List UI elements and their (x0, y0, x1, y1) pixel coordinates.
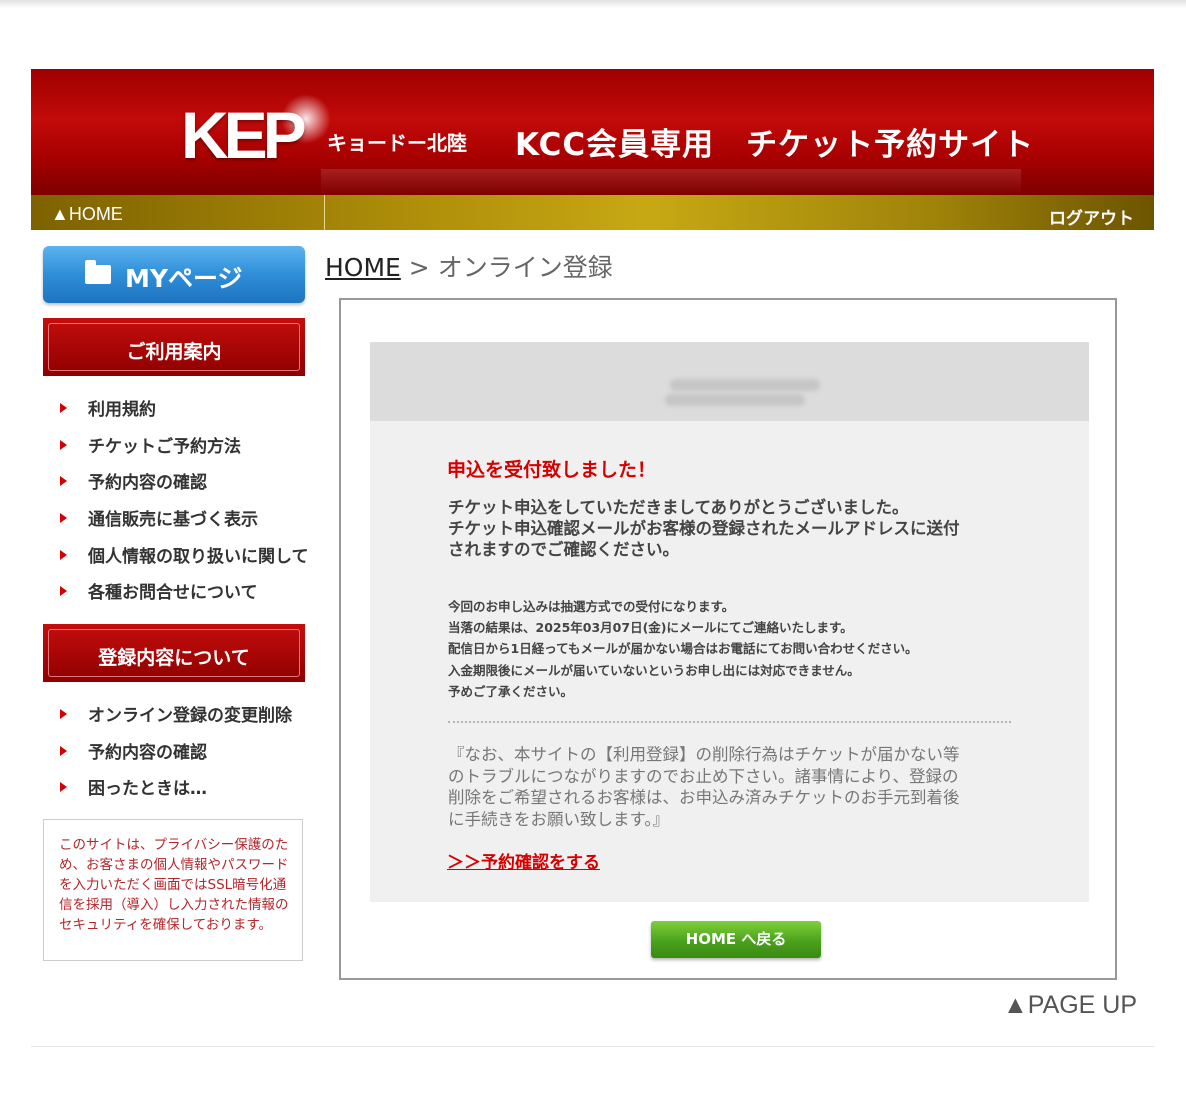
back-to-home-button[interactable]: HOME へ戻る (651, 921, 821, 958)
thanks-message: チケット申込をしていただきましてありがとうございました。 チケット申込確認メール… (448, 498, 960, 559)
sidebar-item-label[interactable]: 通信販売に基づく表示 (88, 505, 258, 530)
redacted-text (665, 394, 805, 406)
bullet-triangle-icon (60, 782, 67, 793)
ssl-notice: このサイトは、プライバシー保護のため、お客さまの個人情報やパスワードを入力いただ… (43, 819, 303, 961)
lottery-notice: 今回のお申し込みは抽選方式での受付になります。 当落の結果は、2025年03月0… (448, 599, 918, 699)
page-up-link[interactable]: ▲PAGE UP (1003, 991, 1137, 1020)
sidebar-item-label[interactable]: 予約内容の確認 (88, 738, 207, 763)
company-name: キョードー北陸 (327, 131, 467, 155)
bullet-triangle-icon (60, 439, 67, 450)
breadcrumb: HOME > オンライン登録 (325, 248, 613, 284)
sidebar-item-label[interactable]: 困ったときは… (88, 774, 207, 799)
main-content-box: 申込を受付致しました！ チケット申込をしていただきましてありがとうございました。… (339, 298, 1117, 980)
banner-reflection (321, 169, 1021, 195)
sidebar-item-label[interactable]: 利用規約 (88, 395, 156, 420)
breadcrumb-separator: > (400, 253, 438, 282)
bullet-triangle-icon (60, 403, 67, 413)
confirmation-panel: 申込を受付致しました！ チケット申込をしていただきましてありがとうございました。… (370, 342, 1089, 902)
bullet-triangle-icon (60, 513, 67, 524)
accepted-title: 申込を受付致しました！ (447, 459, 657, 481)
sidebar-item-label[interactable]: 各種お問合せについて (88, 578, 258, 603)
sidebar-item-label[interactable]: チケットご予約方法 (88, 432, 241, 457)
bullet-triangle-icon (60, 586, 67, 597)
usage-guide-title: ご利用案内 (126, 341, 222, 363)
top-shadow (0, 0, 1186, 8)
reservation-confirm-link[interactable]: ＞＞予約確認をする (447, 848, 600, 873)
mypage-button[interactable]: MYページ (43, 246, 305, 303)
registration-heading: 登録内容について (43, 624, 305, 682)
redacted-text (670, 379, 820, 391)
site-title: KCC会員専用 チケット予約サイト (515, 127, 1035, 163)
mypage-label: MYページ (125, 264, 243, 293)
breadcrumb-home-link[interactable]: HOME (325, 253, 401, 282)
folder-icon (85, 260, 111, 284)
panel-header (370, 342, 1089, 421)
sidebar-item-label[interactable]: オンライン登録の変更削除 (88, 701, 292, 726)
bullet-triangle-icon (60, 476, 67, 487)
registration-title: 登録内容について (98, 647, 250, 669)
bullet-triangle-icon (60, 745, 67, 756)
nav-home-link[interactable]: ▲HOME (51, 204, 123, 225)
usage-guide-heading: ご利用案内 (43, 318, 305, 376)
dotted-divider (448, 721, 1011, 723)
breadcrumb-current: オンライン登録 (437, 253, 613, 282)
site-header-banner: KEP キョードー北陸 KCC会員専用 チケット予約サイト (31, 69, 1154, 195)
footer-divider (31, 1046, 1154, 1047)
nav-divider (324, 195, 325, 230)
deletion-caution: 『なお、本サイトの【利用登録】の削除行為はチケットが届かない等 のトラブルにつな… (448, 745, 960, 829)
sidebar-item-label[interactable]: 個人情報の取り扱いに関して (88, 542, 309, 567)
site-logo[interactable]: KEP (181, 97, 307, 173)
bullet-triangle-icon (60, 709, 67, 719)
sidebar-item-label[interactable]: 予約内容の確認 (88, 468, 207, 493)
logout-link[interactable]: ログアウト (1049, 204, 1134, 229)
top-nav-bar: ▲HOME ログアウト (31, 195, 1154, 230)
bullet-triangle-icon (60, 549, 67, 560)
